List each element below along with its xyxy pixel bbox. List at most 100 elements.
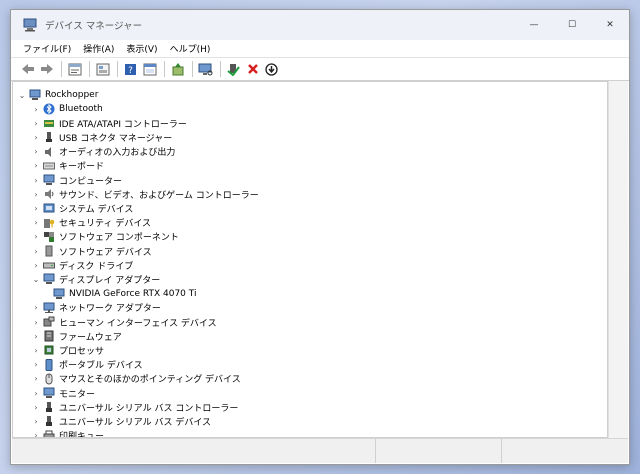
expand-arrow-icon[interactable]: › (31, 386, 41, 400)
scan-hardware-icon[interactable] (197, 61, 214, 78)
menu-action[interactable]: 操作(A) (77, 42, 120, 55)
expand-arrow-icon[interactable]: › (31, 372, 41, 386)
firmware-icon (43, 330, 55, 342)
expand-arrow-icon[interactable]: › (31, 116, 41, 130)
help-icon[interactable]: ? (122, 61, 139, 78)
svg-text:?: ? (128, 66, 133, 76)
category-software-components[interactable]: › ソフトウェア コンポーネント (31, 230, 179, 244)
console-icon[interactable] (141, 61, 158, 78)
menu-view[interactable]: 表示(V) (120, 42, 163, 55)
mouse-icon (43, 373, 55, 385)
tree-item-label: システム デバイス (59, 204, 134, 215)
category-system-devices[interactable]: › システム デバイス (31, 201, 133, 215)
bluetooth-icon (43, 103, 55, 115)
tree-item-label: モニター (59, 389, 96, 400)
category-keyboard[interactable]: › キーボード (31, 159, 104, 173)
category-hid[interactable]: › ヒューマン インターフェイス デバイス (31, 315, 217, 329)
toolbar-separator (192, 61, 193, 77)
category-network-adapters[interactable]: › ネットワーク アダプター (31, 301, 161, 315)
status-bar (12, 438, 628, 463)
expand-arrow-icon[interactable]: › (31, 216, 41, 230)
status-cell-tertiary (502, 439, 628, 463)
category-usb-devices[interactable]: › ユニバーサル シリアル バス デバイス (31, 414, 211, 428)
category-firmware[interactable]: › ファームウェア (31, 329, 122, 343)
show-hide-icon[interactable] (94, 61, 111, 78)
expand-arrow-icon[interactable]: › (31, 187, 41, 201)
expand-arrow-icon[interactable]: › (31, 230, 41, 244)
expand-arrow-icon[interactable]: › (31, 301, 41, 315)
category-audio-io[interactable]: › オーディオの入力および出力 (31, 145, 175, 159)
close-button[interactable]: ✕ (591, 10, 629, 40)
properties-icon[interactable] (66, 61, 83, 78)
expand-arrow-icon[interactable]: › (31, 145, 41, 159)
menu-bar: ファイル(F) 操作(A) 表示(V) ヘルプ(H) (11, 40, 629, 57)
tree-item-label: コンピューター (59, 176, 123, 187)
audio-io-icon (43, 146, 55, 158)
expand-arrow-icon[interactable]: › (31, 358, 41, 372)
category-usb-connector[interactable]: › USB コネクタ マネージャー (31, 130, 172, 144)
collapse-arrow-icon[interactable]: ⌄ (31, 272, 41, 286)
tree-item-label: サウンド、ビデオ、およびゲーム コントローラー (59, 190, 259, 201)
category-security-devices[interactable]: › セキュリティ デバイス (31, 216, 151, 230)
expand-arrow-icon[interactable]: › (31, 329, 41, 343)
category-usb-controllers[interactable]: › ユニバーサル シリアル バス コントローラー (31, 400, 238, 414)
usb-connector-icon (43, 131, 55, 143)
software-components-icon (43, 231, 55, 243)
back-icon[interactable] (19, 61, 36, 78)
maximize-button[interactable]: ☐ (553, 10, 591, 40)
usb-device-icon (43, 415, 55, 427)
device-tree[interactable]: ⌄ Rockhopper › Bluetooth › IDE ATA/ATAPI コン… (12, 81, 608, 438)
portable-device-icon (43, 358, 55, 371)
update-driver-icon[interactable] (169, 61, 186, 78)
device-nvidia-rtx-4070-ti[interactable]: NVIDIA GeForce RTX 4070 Ti (51, 287, 196, 301)
vertical-scrollbar[interactable] (608, 81, 628, 438)
category-disk-drives[interactable]: › ディスク ドライブ (31, 258, 133, 272)
uninstall-icon[interactable] (244, 61, 261, 78)
category-software-devices[interactable]: › ソフトウェア デバイス (31, 244, 152, 258)
menu-help[interactable]: ヘルプ(H) (164, 42, 217, 55)
expand-arrow-icon[interactable]: ⌄ (17, 88, 27, 102)
disable-icon[interactable] (263, 61, 280, 78)
device-manager-window: デバイス マネージャー — ☐ ✕ ファイル(F) 操作(A) 表示(V) ヘル… (10, 9, 630, 465)
computer-icon (29, 89, 41, 101)
expand-arrow-icon[interactable]: › (31, 414, 41, 428)
toolbar-separator (61, 61, 62, 77)
category-bluetooth[interactable]: › Bluetooth (31, 102, 103, 116)
expand-arrow-icon[interactable]: › (31, 201, 41, 215)
expand-arrow-icon[interactable]: › (31, 400, 41, 414)
category-monitors[interactable]: › モニター (31, 386, 95, 400)
forward-icon[interactable] (38, 61, 55, 78)
tree-item-label: Bluetooth (59, 104, 103, 114)
tree-item-label: ディスク ドライブ (59, 261, 134, 272)
expand-arrow-icon[interactable]: › (31, 315, 41, 329)
expand-arrow-icon[interactable]: › (31, 258, 41, 272)
category-computer[interactable]: › コンピューター (31, 173, 122, 187)
category-print-queues[interactable]: › 印刷キュー (31, 429, 105, 438)
minimize-button[interactable]: — (515, 10, 553, 40)
tree-item-label: ファームウェア (59, 332, 122, 343)
category-display-adapters[interactable]: ⌄ ディスプレイ アダプター (31, 272, 160, 286)
status-cell-main (12, 439, 376, 463)
category-ide-ata[interactable]: › IDE ATA/ATAPI コントローラー (31, 116, 187, 130)
tree-root[interactable]: ⌄ Rockhopper (17, 88, 98, 102)
tree-item-label: IDE ATA/ATAPI コントローラー (59, 119, 187, 130)
expand-arrow-icon[interactable]: › (31, 429, 41, 437)
category-sound-video[interactable]: › サウンド、ビデオ、およびゲーム コントローラー (31, 187, 259, 201)
expand-arrow-icon[interactable]: › (31, 343, 41, 357)
expand-arrow-icon[interactable]: › (31, 173, 41, 187)
expand-arrow-icon[interactable]: › (31, 130, 41, 144)
expand-arrow-icon[interactable]: › (31, 102, 41, 116)
title-bar[interactable]: デバイス マネージャー — ☐ ✕ (11, 10, 629, 40)
tree-item-label: NVIDIA GeForce RTX 4070 Ti (69, 288, 197, 299)
tree-item-label: 印刷キュー (59, 432, 105, 438)
menu-file[interactable]: ファイル(F) (17, 42, 77, 55)
category-processors[interactable]: › プロセッサ (31, 343, 104, 357)
expand-arrow-icon[interactable]: › (31, 244, 41, 258)
expand-arrow-icon[interactable]: › (31, 159, 41, 173)
category-portable-devices[interactable]: › ポータブル デバイス (31, 358, 143, 372)
enable-device-icon[interactable] (225, 61, 242, 78)
software-devices-icon (43, 245, 55, 257)
tree-item-label: ヒューマン インターフェイス デバイス (59, 318, 217, 329)
category-mice[interactable]: › マウスとそのほかのポインティング デバイス (31, 372, 241, 386)
usb-controller-icon (43, 401, 55, 413)
